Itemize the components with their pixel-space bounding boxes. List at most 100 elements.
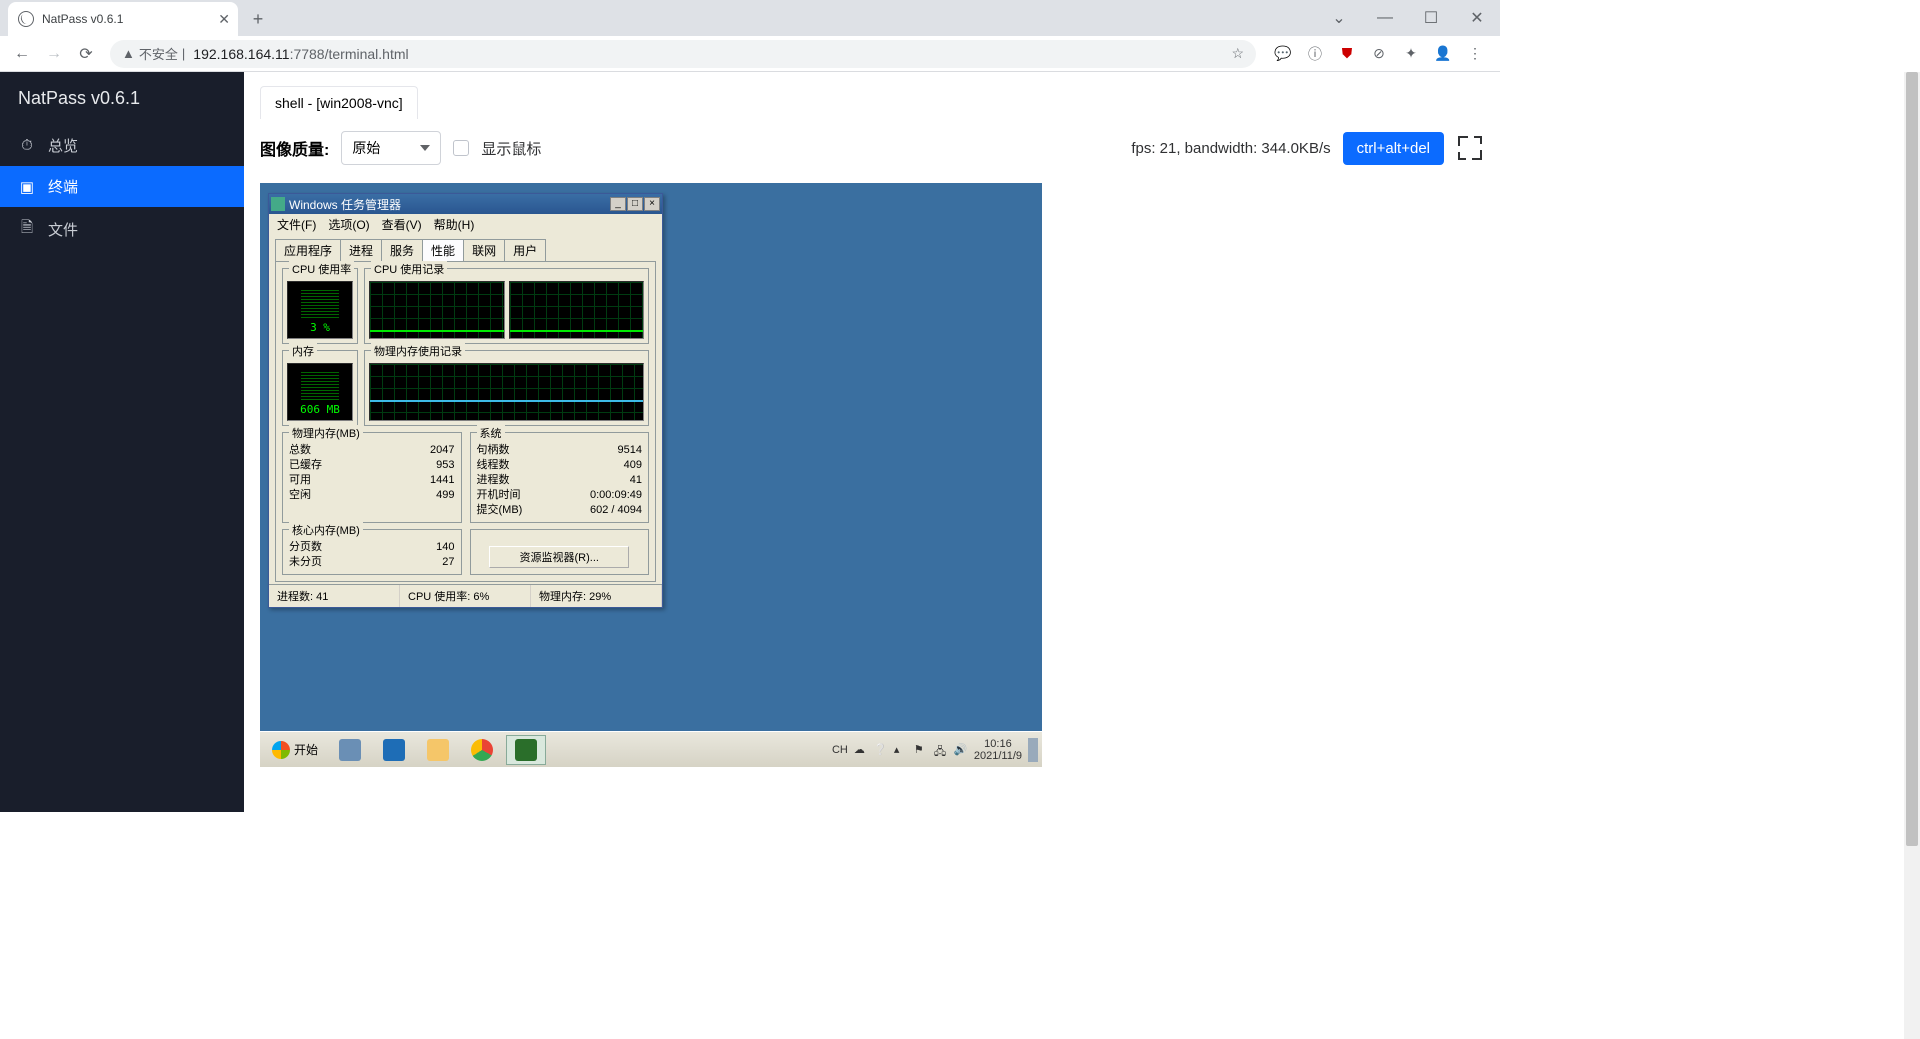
menu-dots-icon[interactable]: ⋮ <box>1466 45 1484 63</box>
wechat-ext-icon[interactable]: 💬 <box>1274 45 1292 63</box>
extension-icons: 💬 ⓘ ⛊ ⊘ ✦ 👤 ⋮ <box>1266 45 1492 63</box>
tray-network-icon[interactable]: 🖧 <box>934 743 948 757</box>
windows-taskbar: 开始 CH ☁ ❔ ▴ ⚑ 🖧 🔊 10:16 2021/1 <box>260 731 1042 767</box>
show-cursor-label: 显示鼠标 <box>481 138 541 159</box>
cpu-gauge: CPU 使用率 3 % <box>282 268 358 344</box>
page-scrollbar[interactable] <box>1904 72 1920 1039</box>
session-tab[interactable]: shell - [win2008-vnc] <box>260 86 418 119</box>
taskbar-chrome-icon[interactable] <box>462 735 502 765</box>
tray-chevron-icon[interactable]: ▴ <box>894 743 908 757</box>
minimize-icon[interactable]: _ <box>610 197 626 211</box>
app-sidebar: NatPass v0.6.1 ⏱ 总览 ▣ 终端 🗎 文件 <box>0 72 244 812</box>
taskbar-explorer-icon[interactable] <box>418 735 458 765</box>
task-manager-window[interactable]: Windows 任务管理器 _ □ × 文件(F) 选项(O) 查看(V) 帮助… <box>268 193 663 608</box>
cpu-history: CPU 使用记录 <box>364 268 649 344</box>
bookmark-star-icon[interactable]: ☆ <box>1231 45 1244 62</box>
window-titlebar[interactable]: Windows 任务管理器 _ □ × <box>269 194 662 214</box>
system-tray: CH ☁ ❔ ▴ ⚑ 🖧 🔊 10:16 2021/11/9 <box>832 738 1038 762</box>
close-icon[interactable]: × <box>644 197 660 211</box>
physical-memory-group: 物理内存(MB) 总数2047 已缓存953 可用1441 空闲499 <box>282 432 462 523</box>
kernel-memory-group: 核心内存(MB) 分页数140 未分页27 <box>282 529 462 575</box>
vnc-viewport[interactable]: Windows 任务管理器 _ □ × 文件(F) 选项(O) 查看(V) 帮助… <box>260 183 1042 767</box>
system-group: 系统 句柄数9514 线程数409 进程数41 开机时间0:00:09:49 提… <box>470 432 650 523</box>
maximize-icon[interactable]: ☐ <box>1408 0 1454 36</box>
tab-processes[interactable]: 进程 <box>340 239 382 261</box>
browser-toolbar: ← → ⟳ ▲ 不安全 | 192.168.164.11:7788/termin… <box>0 36 1500 72</box>
start-button[interactable]: 开始 <box>264 739 326 761</box>
info-icon[interactable]: ⓘ <box>1306 45 1324 63</box>
close-window-icon[interactable]: ✕ <box>1454 0 1500 36</box>
window-controls: ⌄ — ☐ ✕ <box>1316 0 1500 36</box>
new-tab-button[interactable]: + <box>244 5 272 33</box>
sidebar-item-files[interactable]: 🗎 文件 <box>0 207 244 252</box>
tab-networking[interactable]: 联网 <box>463 239 505 261</box>
browser-tabbar: NatPass v0.6.1 ✕ + ⌄ — ☐ ✕ <box>0 0 1500 36</box>
status-processes: 进程数: 41 <box>269 585 400 607</box>
quality-label: 图像质量: <box>260 136 329 160</box>
status-memory: 物理内存: 29% <box>531 585 662 607</box>
tray-icon[interactable]: ☁ <box>854 743 868 757</box>
minimize-icon[interactable]: — <box>1362 0 1408 36</box>
main-content: shell - [win2008-vnc] 图像质量: 原始 显示鼠标 fps:… <box>244 72 1500 812</box>
ublock-icon[interactable]: ⛊ <box>1338 45 1356 63</box>
window-title: Windows 任务管理器 <box>289 196 401 213</box>
browser-tab[interactable]: NatPass v0.6.1 ✕ <box>8 2 238 36</box>
mem-usage-value: 606 MB <box>288 403 352 416</box>
url-host: 192.168.164.11 <box>193 46 289 62</box>
maximize-icon[interactable]: □ <box>627 197 643 211</box>
show-desktop-icon[interactable] <box>1028 738 1038 762</box>
url-path: :7788/terminal.html <box>290 46 409 62</box>
tray-flag-icon[interactable]: ⚑ <box>914 743 928 757</box>
tray-clock[interactable]: 10:16 2021/11/9 <box>974 738 1022 762</box>
user-ext-icon[interactable]: 👤 <box>1434 45 1452 63</box>
menu-options[interactable]: 选项(O) <box>328 216 369 233</box>
tab-users[interactable]: 用户 <box>504 239 546 261</box>
tab-applications[interactable]: 应用程序 <box>275 239 341 261</box>
menu-bar: 文件(F) 选项(O) 查看(V) 帮助(H) <box>269 214 662 235</box>
extensions-puzzle-icon[interactable]: ✦ <box>1402 45 1420 63</box>
globe-icon <box>18 11 34 27</box>
menu-view[interactable]: 查看(V) <box>382 216 422 233</box>
close-icon[interactable]: ✕ <box>218 11 230 28</box>
terminal-icon: ▣ <box>18 178 36 196</box>
app-title: NatPass v0.6.1 <box>0 72 244 125</box>
taskbar-powershell-icon[interactable] <box>374 735 414 765</box>
chevron-down-icon[interactable]: ⌄ <box>1316 0 1362 36</box>
dashboard-icon: ⏱ <box>18 137 36 154</box>
menu-file[interactable]: 文件(F) <box>277 216 316 233</box>
sidebar-item-label: 终端 <box>48 176 78 197</box>
ctrl-alt-del-button[interactable]: ctrl+alt+del <box>1343 132 1444 165</box>
vnc-stats: fps: 21, bandwidth: 344.0KB/s <box>1131 140 1330 157</box>
status-bar: 进程数: 41 CPU 使用率: 6% 物理内存: 29% <box>269 584 662 607</box>
quality-select[interactable]: 原始 <box>341 131 441 165</box>
tab-services[interactable]: 服务 <box>381 239 423 261</box>
resource-monitor-button[interactable]: 资源监视器(R)... <box>489 546 629 568</box>
back-button[interactable]: ← <box>8 40 36 68</box>
sidebar-item-label: 总览 <box>48 135 78 156</box>
show-cursor-checkbox[interactable] <box>453 140 469 156</box>
fullscreen-icon[interactable] <box>1456 134 1484 162</box>
reload-button[interactable]: ⟳ <box>72 40 100 68</box>
sidebar-item-label: 文件 <box>48 219 78 240</box>
language-indicator[interactable]: CH <box>832 744 848 756</box>
taskbar-taskmgr-icon[interactable] <box>506 735 546 765</box>
taskmgr-icon <box>271 197 285 211</box>
mem-gauge: 内存 606 MB <box>282 350 358 426</box>
cpu-usage-value: 3 % <box>288 321 352 334</box>
menu-help[interactable]: 帮助(H) <box>434 216 475 233</box>
tray-volume-icon[interactable]: 🔊 <box>954 743 968 757</box>
tab-title: NatPass v0.6.1 <box>42 12 123 26</box>
address-bar[interactable]: ▲ 不安全 | 192.168.164.11:7788/terminal.htm… <box>110 40 1256 68</box>
file-icon: 🗎 <box>18 217 36 242</box>
tab-performance[interactable]: 性能 <box>422 239 464 261</box>
insecure-badge: ▲ 不安全 | <box>122 44 185 63</box>
forward-button[interactable]: → <box>40 40 68 68</box>
taskbar-server-manager-icon[interactable] <box>330 735 370 765</box>
tray-help-icon[interactable]: ❔ <box>874 743 888 757</box>
vnc-controls: 图像质量: 原始 显示鼠标 fps: 21, bandwidth: 344.0K… <box>244 119 1500 177</box>
noscript-icon[interactable]: ⊘ <box>1370 45 1388 63</box>
windows-logo-icon <box>272 741 290 759</box>
mem-history: 物理内存使用记录 <box>364 350 649 426</box>
sidebar-item-overview[interactable]: ⏱ 总览 <box>0 125 244 166</box>
sidebar-item-terminal[interactable]: ▣ 终端 <box>0 166 244 207</box>
